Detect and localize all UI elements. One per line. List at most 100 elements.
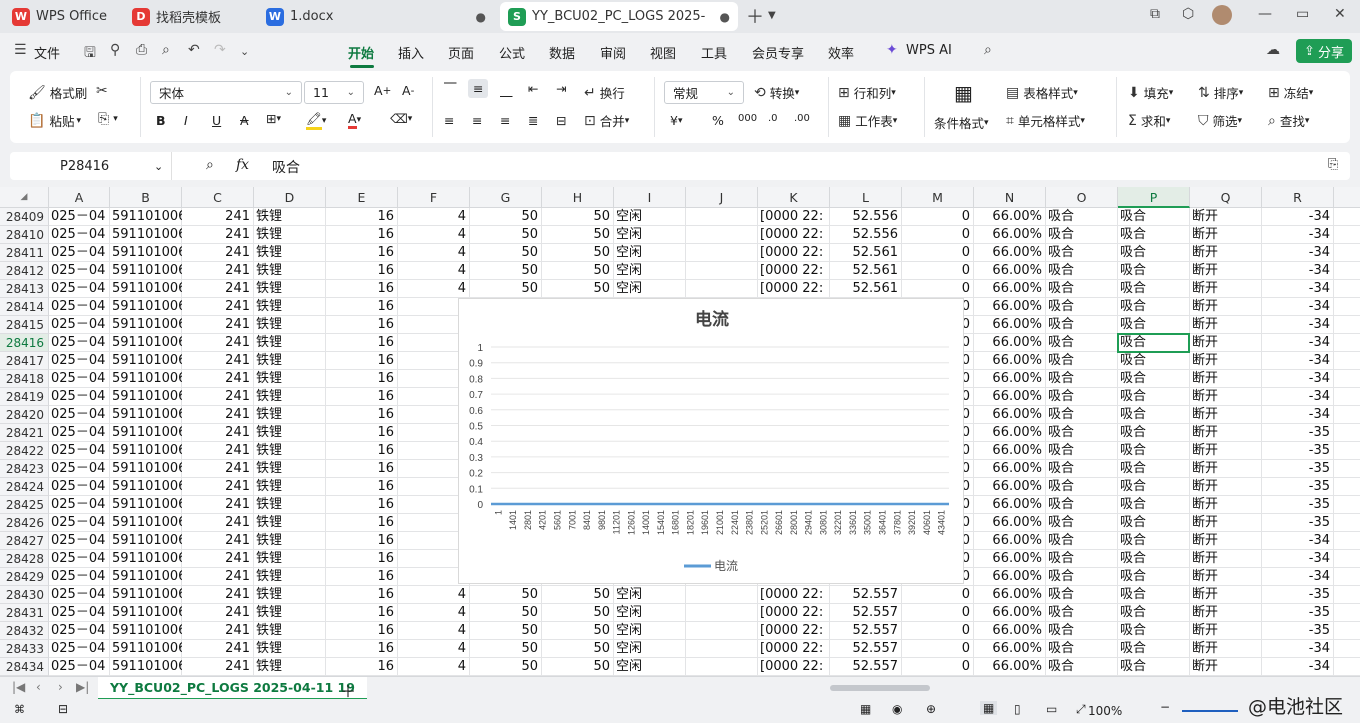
cell-d[interactable]: 铁锂: [254, 244, 326, 262]
cell-r[interactable]: -34: [1262, 244, 1334, 262]
cell-c[interactable]: 241: [182, 208, 254, 226]
cell-d[interactable]: 铁锂: [254, 388, 326, 406]
cell-b[interactable]: 591101006: [110, 280, 182, 298]
cell-d[interactable]: 铁锂: [254, 514, 326, 532]
align-bottom-icon[interactable]: ⎽: [500, 83, 513, 99]
row-header[interactable]: 28426: [0, 514, 49, 532]
row-header[interactable]: 28431: [0, 604, 49, 622]
cell-l[interactable]: 52.557: [830, 658, 902, 676]
row-header[interactable]: 28409: [0, 208, 49, 226]
row-header[interactable]: 28411: [0, 244, 49, 262]
cell-o[interactable]: 吸合: [1046, 262, 1118, 280]
currency-icon[interactable]: ¥ ▾: [670, 113, 682, 128]
cell-q[interactable]: 断开: [1190, 604, 1262, 622]
row-header[interactable]: 28430: [0, 586, 49, 604]
cell-r[interactable]: -35: [1262, 514, 1334, 532]
cell-e[interactable]: 16: [326, 352, 398, 370]
cell-r[interactable]: -35: [1262, 604, 1334, 622]
cell-c[interactable]: 241: [182, 262, 254, 280]
cell-n[interactable]: 66.00%: [974, 280, 1046, 298]
cell-h[interactable]: 50: [542, 658, 614, 676]
cell-b[interactable]: 591101006: [110, 262, 182, 280]
fill-color-icon[interactable]: 🖍 ▾: [306, 111, 326, 130]
cell-p[interactable]: 吸合: [1118, 478, 1190, 496]
cell-h[interactable]: 50: [542, 262, 614, 280]
cell-f[interactable]: 4: [398, 622, 470, 640]
border-icon[interactable]: ⊞ ▾: [266, 111, 281, 126]
cell-a[interactable]: 025－04: [49, 568, 110, 586]
cell-f[interactable]: 4: [398, 658, 470, 676]
cell-f[interactable]: 4: [398, 244, 470, 262]
cell-b[interactable]: 591101006: [110, 532, 182, 550]
cell-p[interactable]: 吸合: [1118, 514, 1190, 532]
cell-e[interactable]: 16: [326, 262, 398, 280]
row-header[interactable]: 28416: [0, 334, 49, 352]
cell-c[interactable]: 241: [182, 568, 254, 586]
format-painter-button[interactable]: 🖌 格式刷: [28, 83, 87, 102]
redo-icon[interactable]: ↷: [214, 42, 226, 58]
cell-c[interactable]: 241: [182, 640, 254, 658]
cell-d[interactable]: 铁锂: [254, 460, 326, 478]
cell-q[interactable]: 断开: [1190, 406, 1262, 424]
cell-b[interactable]: 591101006: [110, 226, 182, 244]
cell-f[interactable]: 4: [398, 208, 470, 226]
cell-m[interactable]: 0: [902, 208, 974, 226]
cell-c[interactable]: 241: [182, 316, 254, 334]
bold-icon[interactable]: B: [156, 113, 166, 128]
cell-p[interactable]: 吸合: [1118, 568, 1190, 586]
cell-r[interactable]: -34: [1262, 658, 1334, 676]
percent-icon[interactable]: %: [712, 113, 724, 128]
cell-e[interactable]: 16: [326, 622, 398, 640]
menu-data[interactable]: 数据: [549, 43, 575, 62]
cell-l[interactable]: 52.557: [830, 640, 902, 658]
view-mode-icon[interactable]: ⊕: [926, 702, 936, 716]
menu-review[interactable]: 审阅: [600, 43, 626, 62]
cell-q[interactable]: 断开: [1190, 550, 1262, 568]
merge-button[interactable]: ⊡ 合并 ▾: [584, 111, 629, 130]
row-header[interactable]: 28425: [0, 496, 49, 514]
search-icon[interactable]: ⌕: [984, 42, 992, 58]
cell-a[interactable]: 025－04: [49, 640, 110, 658]
cell-o[interactable]: 吸合: [1046, 370, 1118, 388]
cell-a[interactable]: 025－04: [49, 478, 110, 496]
cell-r[interactable]: -35: [1262, 622, 1334, 640]
cell-p[interactable]: 吸合: [1118, 460, 1190, 478]
cell-b[interactable]: 591101006: [110, 550, 182, 568]
wrap-text-button[interactable]: ↵ 换行: [584, 83, 625, 102]
column-header-d[interactable]: D: [254, 187, 326, 208]
page-view-icon[interactable]: ▯: [1014, 702, 1021, 716]
cell-b[interactable]: 591101006: [110, 208, 182, 226]
cell-p[interactable]: 吸合: [1118, 370, 1190, 388]
row-header[interactable]: 28424: [0, 478, 49, 496]
cell-r[interactable]: -34: [1262, 568, 1334, 586]
cell-d[interactable]: 铁锂: [254, 334, 326, 352]
cell-l[interactable]: 52.556: [830, 226, 902, 244]
cell-g[interactable]: 50: [470, 226, 542, 244]
cell-a[interactable]: 025－04: [49, 586, 110, 604]
cell-b[interactable]: 591101006: [110, 496, 182, 514]
cell-o[interactable]: 吸合: [1046, 586, 1118, 604]
restore-window-icon[interactable]: ⧉: [1150, 6, 1160, 22]
cell-k[interactable]: [0000 22:: [758, 226, 830, 244]
distribute-icon[interactable]: ⊟: [556, 113, 566, 128]
cell-p[interactable]: 吸合: [1118, 352, 1190, 370]
fill-button[interactable]: ⬇ 填充 ▾: [1128, 83, 1173, 102]
cell-a[interactable]: 025－04: [49, 316, 110, 334]
cell-e[interactable]: 16: [326, 586, 398, 604]
cell-e[interactable]: 16: [326, 298, 398, 316]
cell-n[interactable]: 66.00%: [974, 352, 1046, 370]
cell-o[interactable]: 吸合: [1046, 298, 1118, 316]
cell-n[interactable]: 66.00%: [974, 586, 1046, 604]
eye-icon[interactable]: ◉: [892, 702, 902, 716]
row-header[interactable]: 28410: [0, 226, 49, 244]
tab-spreadsheet[interactable]: S YY_BCU02_PC_LOGS 2025- ●: [500, 2, 738, 31]
cell-e[interactable]: 16: [326, 442, 398, 460]
cell-n[interactable]: 66.00%: [974, 370, 1046, 388]
cell-r[interactable]: -35: [1262, 442, 1334, 460]
cell-b[interactable]: 591101006: [110, 334, 182, 352]
italic-icon[interactable]: I: [184, 113, 188, 128]
cell-d[interactable]: 铁锂: [254, 586, 326, 604]
tab-docx[interactable]: W 1.docx ●: [258, 2, 494, 31]
cell-i[interactable]: 空闲: [614, 244, 686, 262]
cell-d[interactable]: 铁锂: [254, 622, 326, 640]
